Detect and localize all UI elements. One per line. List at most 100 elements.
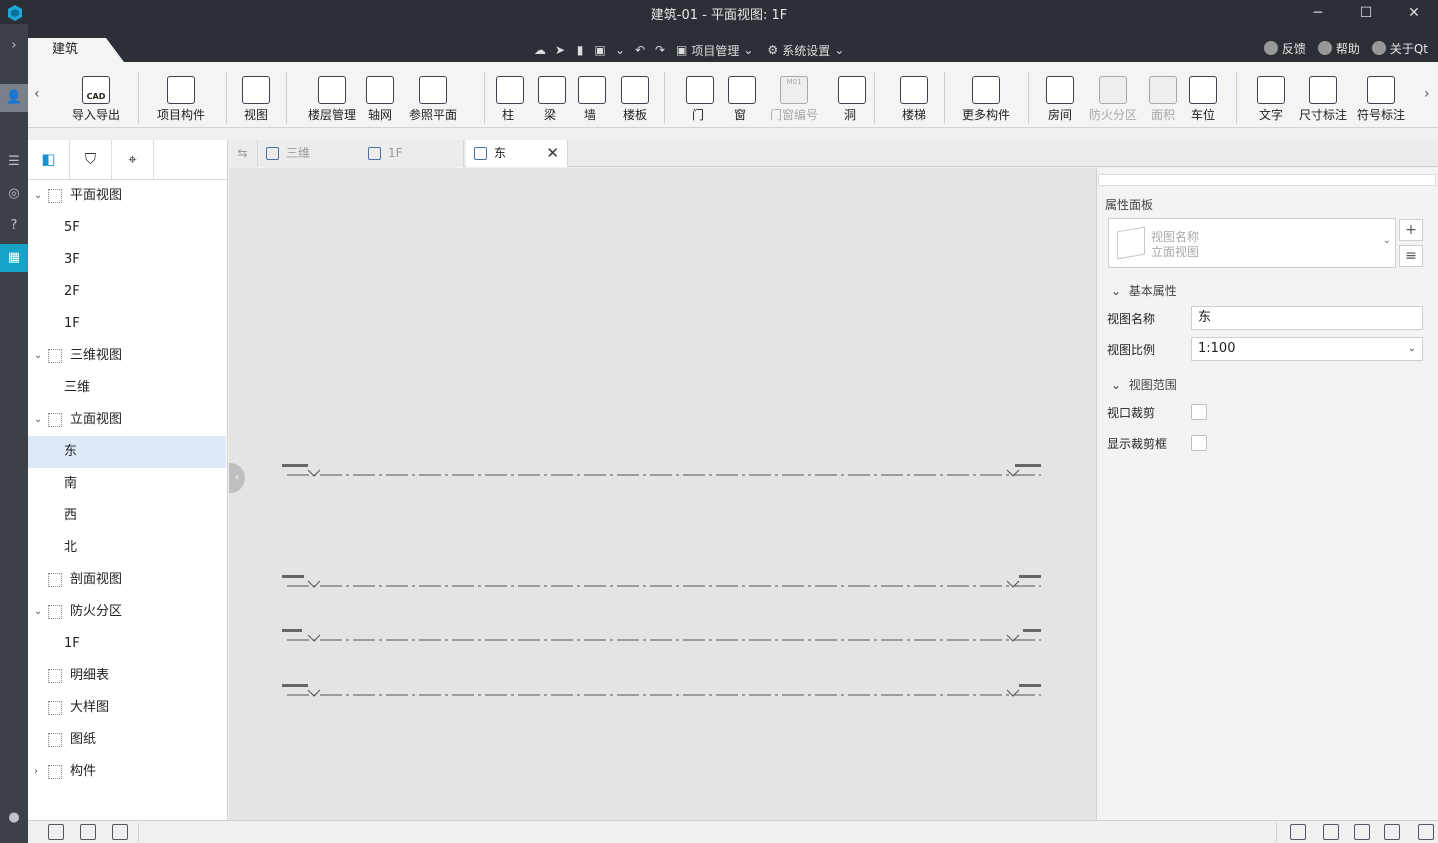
about-link[interactable]: 关于Qt — [1371, 40, 1428, 57]
ribbon-button-8[interactable]: 墙 — [578, 76, 606, 126]
chevron-right-icon[interactable]: › — [34, 756, 38, 788]
chevron-down-icon[interactable]: ⌄ — [610, 43, 630, 57]
group-basic-properties[interactable]: ⌄ 基本属性 — [1111, 282, 1177, 299]
ribbon-divider — [1236, 72, 1237, 124]
location-icon[interactable]: ⌖ — [112, 140, 154, 179]
apps-grid-icon[interactable]: ▦ — [0, 244, 28, 272]
tree-item[interactable]: ⌄ 三维视图 — [28, 340, 226, 372]
tree-item[interactable]: 1F — [28, 628, 226, 660]
ribbon-button-17[interactable]: 防火分区 — [1086, 76, 1140, 126]
view-name-input[interactable]: 东 — [1191, 306, 1423, 330]
cube-view-icon[interactable] — [1384, 824, 1400, 840]
select-all-icon[interactable] — [48, 824, 64, 840]
tree-item[interactable]: 明细表 — [28, 660, 226, 692]
publish-icon[interactable]: ▣ — [590, 43, 610, 57]
project-management-menu[interactable]: ▣ 项目管理 ⌄ — [676, 42, 753, 59]
cloud-icon[interactable]: ☁ — [530, 43, 550, 57]
help-link[interactable]: 帮助 — [1317, 40, 1360, 57]
ribbon-button-9[interactable]: 楼板 — [618, 76, 652, 126]
tree-item[interactable]: ⌄ 防火分区 — [28, 596, 226, 628]
filter-icon[interactable]: ⛉ — [70, 140, 112, 179]
chevron-down-icon: ⌄ — [834, 43, 845, 57]
zoom-fit-icon[interactable] — [1418, 824, 1434, 840]
select-filter-icon[interactable] — [112, 824, 128, 840]
chevron-down-icon[interactable]: ⌄ — [34, 404, 42, 436]
tree-item[interactable]: ⌄ 立面视图 — [28, 404, 226, 436]
tree-item[interactable]: › 构件 — [28, 756, 226, 788]
view-scale-select[interactable]: 1:100 ⌄ — [1191, 337, 1423, 361]
crop-viewport-checkbox[interactable] — [1191, 404, 1207, 420]
close-button[interactable]: ✕ — [1391, 2, 1437, 24]
snap-icon[interactable] — [1290, 824, 1306, 840]
tree-item[interactable]: 大样图 — [28, 692, 226, 724]
ribbon-scroll-right-icon[interactable]: › — [1424, 86, 1430, 102]
select-box-icon[interactable] — [80, 824, 96, 840]
ribbon-button-2[interactable]: 视图 — [238, 76, 274, 126]
ribbon-button-21[interactable]: 尺寸标注 — [1296, 76, 1350, 126]
help-circle-icon[interactable]: ? — [0, 212, 28, 240]
save-icon[interactable]: ▮ — [570, 43, 590, 57]
ribbon-button-13[interactable]: 洞 — [838, 76, 866, 126]
ribbon-button-12[interactable]: M01 门窗编号 — [766, 76, 822, 126]
expand-sidebar-icon[interactable]: › — [0, 32, 28, 60]
ribbon-button-0[interactable]: CAD 导入导出 — [68, 76, 124, 126]
tree-item[interactable]: 三维 — [28, 372, 226, 404]
tree-item[interactable]: ⌄ 平面视图 — [28, 180, 226, 212]
ribbon-tab-architecture[interactable]: 建筑 — [28, 38, 124, 62]
maximize-button[interactable]: ☐ — [1343, 2, 1389, 24]
group-view-range[interactable]: ⌄ 视图范围 — [1111, 376, 1177, 393]
ribbon-button-18[interactable]: 面积 — [1146, 76, 1180, 126]
compass-icon[interactable]: ◎ — [0, 180, 28, 208]
tree-item[interactable]: 5F — [28, 212, 226, 244]
ribbon-button-14[interactable]: 楼梯 — [896, 76, 932, 126]
edit-type-button[interactable]: ≡ — [1399, 245, 1423, 267]
tree-item[interactable]: 东 — [28, 436, 226, 468]
ribbon-button-4[interactable]: 轴网 — [366, 76, 394, 126]
ribbon-button-5[interactable]: 参照平面 — [406, 76, 460, 126]
tree-item[interactable]: 西 — [28, 500, 226, 532]
feedback-icon — [1263, 41, 1278, 55]
ribbon-button-16[interactable]: 房间 — [1043, 76, 1077, 126]
ribbon-button-22[interactable]: 符号标注 — [1354, 76, 1408, 126]
show-crop-box-checkbox[interactable] — [1191, 435, 1207, 451]
redo-icon[interactable]: ↷ — [650, 43, 670, 57]
feedback-link[interactable]: 反馈 — [1263, 40, 1306, 57]
ribbon-button-20[interactable]: 文字 — [1254, 76, 1288, 126]
tab-list-icon[interactable]: ⇆ — [228, 140, 258, 167]
undo-icon[interactable]: ↶ — [630, 43, 650, 57]
tree-item[interactable]: 3F — [28, 244, 226, 276]
chevron-down-icon[interactable]: ⌄ — [34, 180, 42, 212]
tree-item[interactable]: 南 — [28, 468, 226, 500]
ribbon-button-1[interactable]: 项目构件 — [153, 76, 209, 126]
drawing-canvas[interactable] — [229, 168, 1096, 820]
user-avatar-icon[interactable]: 👤 — [0, 84, 28, 112]
document-tab[interactable]: 1F — [360, 140, 464, 167]
magnet-icon[interactable] — [1323, 824, 1339, 840]
tree-item[interactable]: 剖面视图 — [28, 564, 226, 596]
ribbon-button-6[interactable]: 柱 — [496, 76, 524, 126]
send-icon[interactable]: ➤ — [550, 43, 570, 57]
tree-item[interactable]: 北 — [28, 532, 226, 564]
panel-toggle-icon[interactable]: ◧ — [28, 140, 70, 179]
add-type-button[interactable]: + — [1399, 219, 1423, 241]
ribbon-button-10[interactable]: 门 — [686, 76, 714, 126]
close-tab-icon[interactable]: ✕ — [546, 140, 559, 167]
ribbon-button-3[interactable]: 楼层管理 — [306, 76, 358, 126]
type-selector[interactable]: 视图名称 立面视图 ⌄ — [1108, 218, 1396, 268]
document-tab[interactable]: 三维 — [258, 140, 362, 167]
ribbon-button-19[interactable]: 车位 — [1186, 76, 1220, 126]
document-tab[interactable]: 东 ✕ — [466, 140, 568, 167]
ribbon-scroll-left-icon[interactable]: ‹ — [34, 86, 40, 102]
ribbon-button-11[interactable]: 窗 — [728, 76, 756, 126]
ribbon-button-15[interactable]: 更多构件 — [958, 76, 1014, 126]
system-settings-menu[interactable]: ⚙ 系统设置 ⌄ — [767, 42, 844, 59]
list-icon[interactable]: ☰ — [0, 148, 28, 176]
chevron-down-icon[interactable]: ⌄ — [34, 596, 42, 628]
chevron-down-icon[interactable]: ⌄ — [34, 340, 42, 372]
minimize-button[interactable]: ─ — [1295, 2, 1341, 24]
tree-item[interactable]: 图纸 — [28, 724, 226, 756]
tree-item[interactable]: 1F — [28, 308, 226, 340]
view-icon[interactable] — [1354, 824, 1370, 840]
tree-item[interactable]: 2F — [28, 276, 226, 308]
ribbon-button-7[interactable]: 梁 — [538, 76, 566, 126]
